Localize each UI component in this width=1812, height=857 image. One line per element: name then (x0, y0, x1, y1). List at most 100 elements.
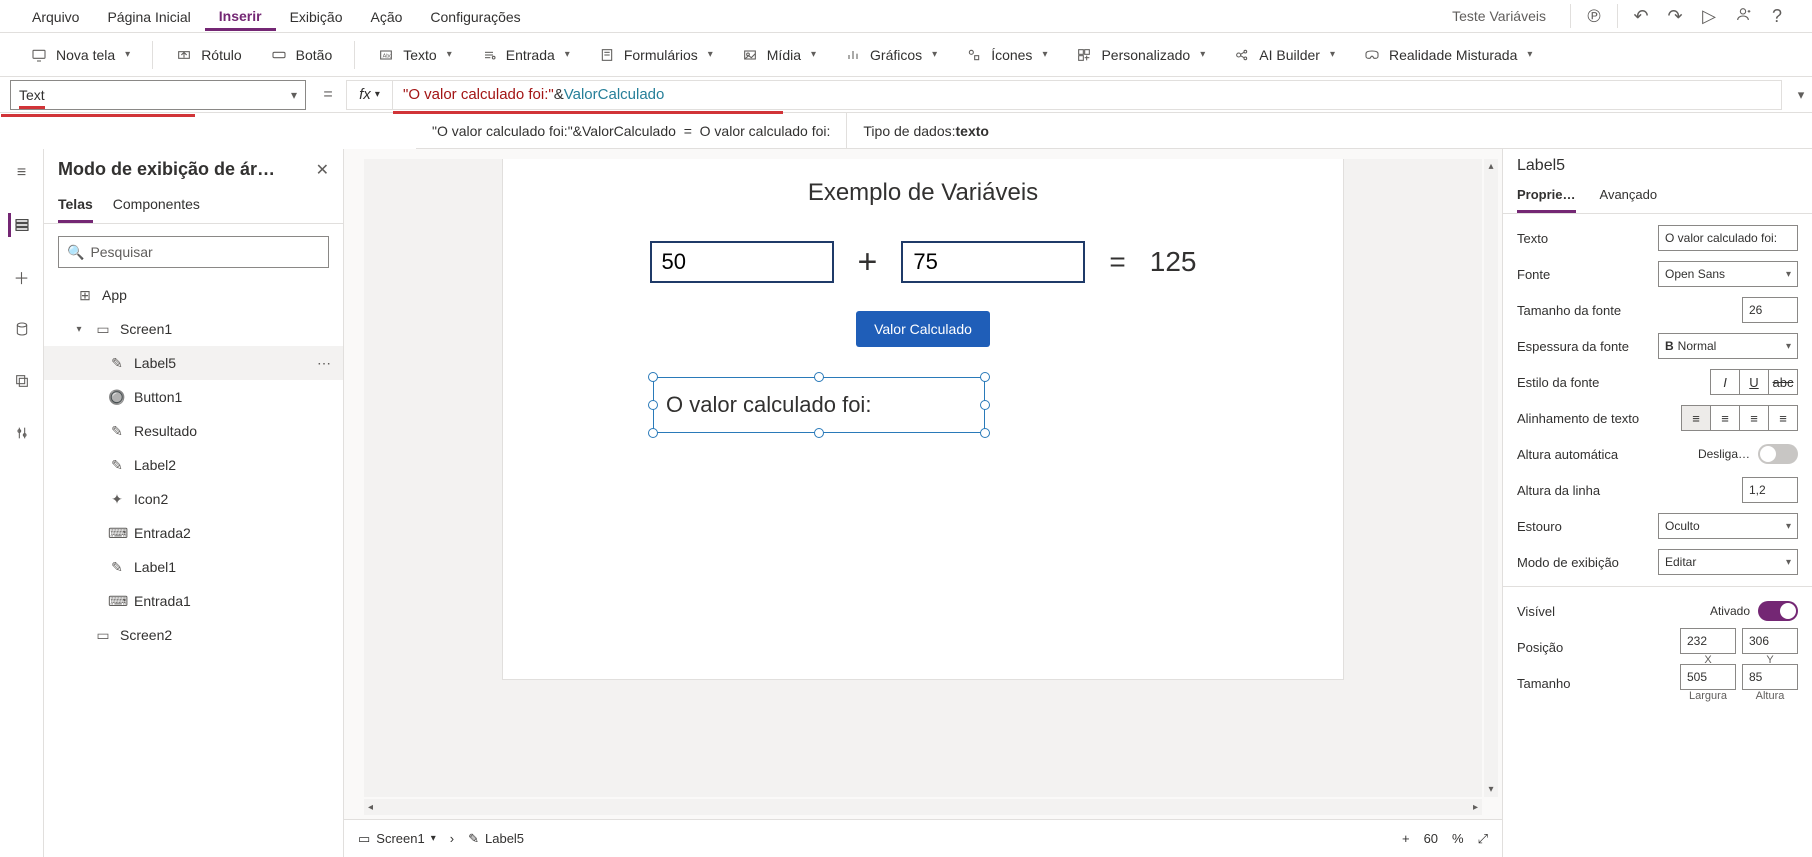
custom-button[interactable]: Personalizado ▾ (1065, 46, 1215, 64)
tree-item-label2[interactable]: ✎ Label2 (44, 448, 343, 482)
resize-handle[interactable] (980, 400, 990, 410)
redo-icon[interactable]: ↷ (1658, 6, 1692, 27)
button-button[interactable]: Botão (260, 46, 343, 64)
breadcrumb-control[interactable]: ✎ Label5 (468, 831, 524, 847)
input-value1[interactable] (650, 241, 834, 283)
horizontal-scrollbar[interactable]: ◂▸ (364, 799, 1482, 815)
resize-handle[interactable] (814, 428, 824, 438)
underline-button[interactable]: U (1739, 369, 1769, 395)
menu-configuracoes[interactable]: Configurações (416, 3, 534, 29)
prop-height-input[interactable]: 85 (1742, 664, 1798, 690)
input-button[interactable]: Entrada ▾ (470, 46, 580, 64)
resize-handle[interactable] (980, 428, 990, 438)
tree-view-icon[interactable] (8, 213, 32, 237)
tree-item-entrada2[interactable]: ⌨ Entrada2 (44, 516, 343, 550)
resize-handle[interactable] (648, 372, 658, 382)
align-center-button[interactable]: ≡ (1710, 405, 1740, 431)
prop-label: Modo de exibição (1517, 555, 1650, 570)
play-icon[interactable]: ▷ (1692, 6, 1726, 27)
tree-search-input[interactable]: 🔍 Pesquisar (58, 236, 329, 268)
prop-width-input[interactable]: 505 (1680, 664, 1736, 690)
charts-button[interactable]: Gráficos ▾ (834, 46, 947, 64)
help-icon[interactable]: ? (1760, 6, 1794, 27)
stethoscope-icon[interactable]: ℗ (1577, 6, 1611, 27)
more-icon[interactable]: ⋯ (317, 355, 333, 372)
tree-item-label: Screen2 (120, 627, 172, 643)
tab-properties[interactable]: Proprie… (1517, 179, 1576, 213)
menu-pagina-inicial[interactable]: Página Inicial (93, 3, 204, 29)
menu-arquivo[interactable]: Arquivo (18, 3, 93, 29)
auto-height-toggle[interactable] (1758, 444, 1798, 464)
label-button[interactable]: Rótulo (165, 46, 251, 64)
text-button[interactable]: Abc Texto ▾ (367, 46, 462, 64)
resize-handle[interactable] (814, 372, 824, 382)
ai-builder-button[interactable]: AI Builder ▾ (1223, 46, 1345, 64)
tab-advanced[interactable]: Avançado (1600, 179, 1658, 213)
formula-input[interactable]: "O valor calculado foi:"&ValorCalculado (392, 80, 1782, 110)
prop-text-input[interactable]: O valor calculado foi: (1658, 225, 1798, 251)
tree-item-app[interactable]: ⊞ App (44, 278, 343, 312)
visible-toggle[interactable] (1758, 601, 1798, 621)
undo-icon[interactable]: ↶ (1624, 6, 1658, 27)
selected-label5[interactable]: O valor calculado foi: (653, 377, 985, 433)
property-selector[interactable]: Text ▾ (10, 80, 306, 110)
artboard-screen1[interactable]: Exemplo de Variáveis + = 125 Valor Calcu… (503, 159, 1343, 679)
tree-item-label5[interactable]: ✎ Label5 ⋯ (44, 346, 343, 380)
input-value2[interactable] (901, 241, 1085, 283)
menu-acao[interactable]: Ação (356, 3, 416, 29)
new-screen-button[interactable]: Nova tela ▾ (20, 46, 140, 64)
prop-font-size-input[interactable]: 26 (1742, 297, 1798, 323)
fx-button[interactable]: fx ▾ (346, 80, 392, 110)
prop-overflow-select[interactable]: Oculto▾ (1658, 513, 1798, 539)
close-icon[interactable]: ✕ (316, 160, 329, 180)
formula-bar: Text ▾ = fx ▾ "O valor calculado foi:"&V… (0, 77, 1812, 113)
fit-screen-icon[interactable]: ⤢ (1478, 831, 1488, 847)
media-button[interactable]: Mídia ▾ (731, 46, 826, 64)
prop-x-input[interactable]: 232 (1680, 628, 1736, 654)
prop-display-mode-select[interactable]: Editar▾ (1658, 549, 1798, 575)
tools-icon[interactable] (10, 421, 34, 445)
tree-item-screen1[interactable]: ▾ ▭ Screen1 (44, 312, 343, 346)
formula-expand-icon[interactable]: ▾ (1790, 87, 1812, 103)
resize-handle[interactable] (980, 372, 990, 382)
screen-icon: ▭ (358, 831, 370, 847)
resize-handle[interactable] (648, 428, 658, 438)
menu-inserir[interactable]: Inserir (205, 2, 276, 31)
insert-plus-icon[interactable]: ＋ (10, 265, 34, 289)
prop-font-weight-select[interactable]: BNormal▾ (1658, 333, 1798, 359)
tree-item-icon2[interactable]: ✦ Icon2 (44, 482, 343, 516)
media-rail-icon[interactable] (10, 369, 34, 393)
tree-item-label1[interactable]: ✎ Label1 (44, 550, 343, 584)
prop-y-input[interactable]: 306 (1742, 628, 1798, 654)
share-icon[interactable] (1726, 6, 1760, 27)
data-icon[interactable] (10, 317, 34, 341)
prop-font-select[interactable]: Open Sans▾ (1658, 261, 1798, 287)
italic-button[interactable]: I (1710, 369, 1740, 395)
tree-item-screen2[interactable]: ▭ Screen2 (44, 618, 343, 652)
tree-item-entrada1[interactable]: ⌨ Entrada1 (44, 584, 343, 618)
tab-componentes[interactable]: Componentes (113, 190, 200, 223)
align-right-button[interactable]: ≡ (1739, 405, 1769, 431)
mixed-reality-button[interactable]: Realidade Misturada ▾ (1353, 46, 1542, 64)
calculate-button[interactable]: Valor Calculado (856, 311, 990, 347)
forms-button[interactable]: Formulários ▾ (588, 46, 723, 64)
label-icon: ✎ (108, 355, 126, 372)
menu-exibicao[interactable]: Exibição (276, 3, 357, 29)
resize-handle[interactable] (648, 400, 658, 410)
zoom-plus-button[interactable]: + (1402, 831, 1410, 846)
align-left-button[interactable]: ≡ (1681, 405, 1711, 431)
formula-variable: ValorCalculado (564, 86, 665, 103)
tree-item-resultado[interactable]: ✎ Resultado (44, 414, 343, 448)
strike-button[interactable]: abc (1768, 369, 1798, 395)
canvas-viewport[interactable]: Exemplo de Variáveis + = 125 Valor Calcu… (364, 159, 1482, 797)
tab-telas[interactable]: Telas (58, 190, 93, 223)
vertical-scrollbar[interactable]: ▴▾ (1484, 159, 1498, 797)
hamburger-icon[interactable]: ≡ (10, 161, 34, 185)
icons-button[interactable]: Ícones ▾ (955, 46, 1057, 64)
auto-height-value: Desliga… (1698, 447, 1750, 461)
align-justify-button[interactable]: ≡ (1768, 405, 1798, 431)
chevron-down-icon[interactable]: ▾ (72, 324, 86, 335)
tree-item-button1[interactable]: 🔘 Button1 (44, 380, 343, 414)
breadcrumb-screen[interactable]: ▭ Screen1 ▾ (358, 831, 436, 847)
prop-line-height-input[interactable]: 1,2 (1742, 477, 1798, 503)
